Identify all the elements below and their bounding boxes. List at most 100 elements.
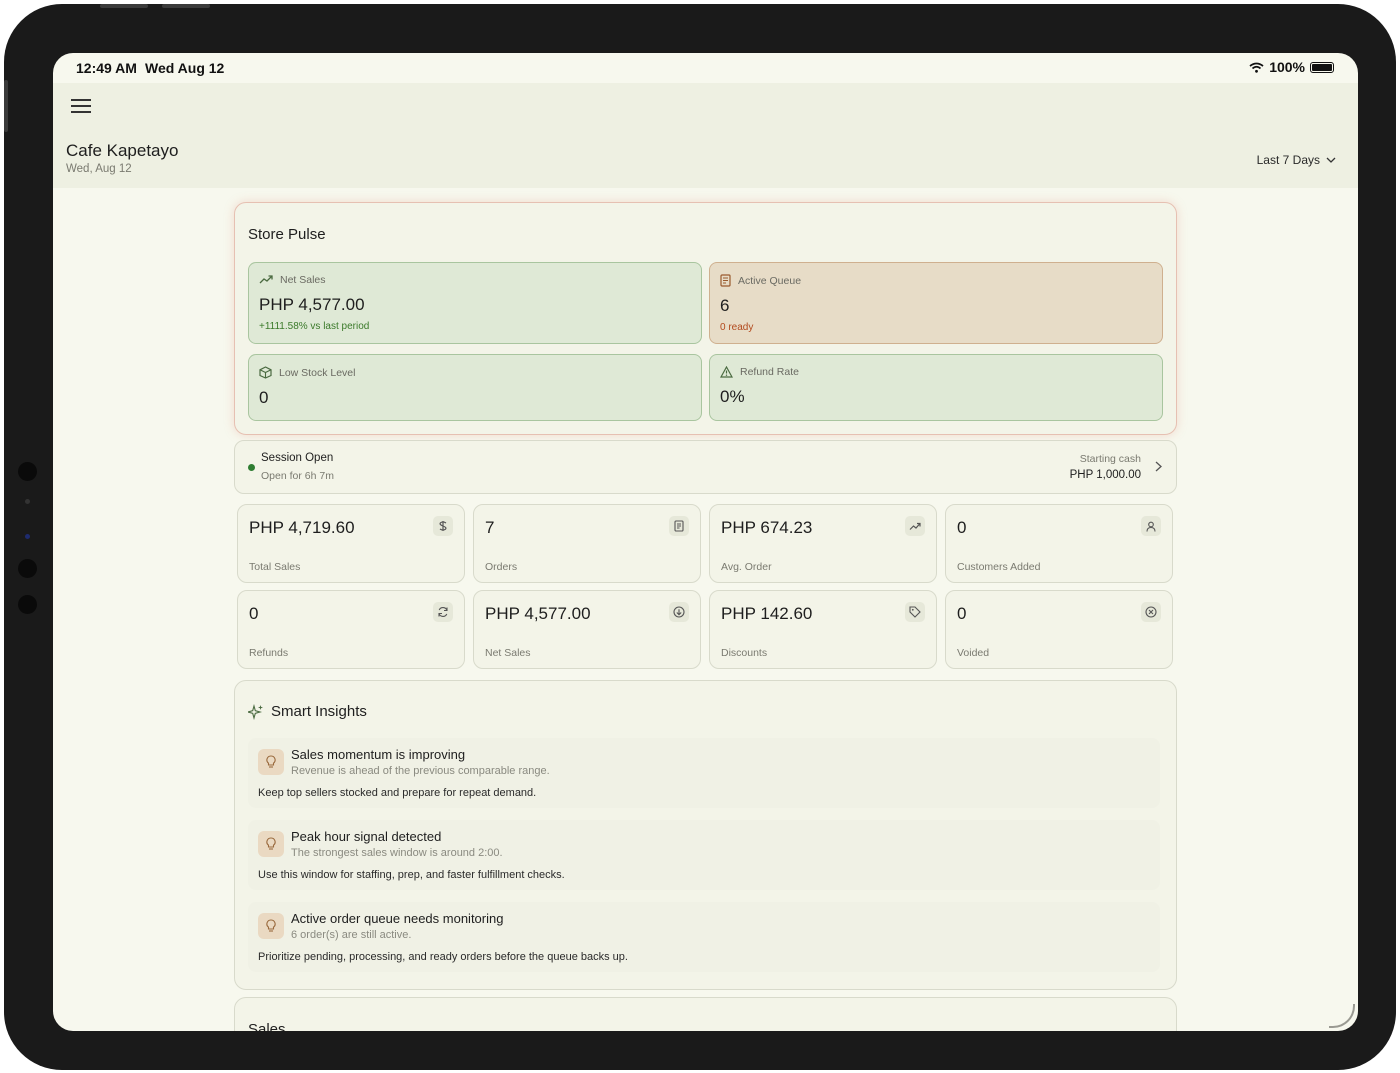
insight-body: Prioritize pending, processing, and read…	[258, 951, 628, 963]
camera-lens	[18, 462, 37, 481]
active-queue-tile[interactable]: Active Queue 6 0 ready	[709, 262, 1163, 344]
tile-sub: +1111.58% vs last period	[259, 321, 370, 332]
refund-rate-tile[interactable]: Refund Rate 0%	[709, 354, 1163, 421]
stat-avg-order[interactable]: PHP 674.23 Avg. Order	[709, 504, 937, 583]
battery-icon	[1310, 61, 1334, 73]
alert-triangle-icon	[720, 366, 733, 378]
stat-total-sales[interactable]: PHP 4,719.60 Total Sales	[237, 504, 465, 583]
tile-label: Active Queue	[738, 274, 802, 287]
store-pulse-card: Store Pulse Net Sales PHP 4,577.00 +1111…	[234, 202, 1177, 435]
tile-value: 0	[259, 388, 269, 407]
wifi-icon	[1249, 62, 1264, 73]
trending-up-icon	[905, 516, 925, 536]
tile-value: 0%	[720, 387, 745, 406]
chevron-down-icon	[1326, 157, 1336, 163]
insights-title: Smart Insights	[271, 703, 367, 720]
session-title: Session Open	[261, 452, 334, 464]
sales-card: Sales	[234, 997, 1177, 1031]
insight-body: Use this window for staffing, prep, and …	[258, 869, 565, 881]
insight-subtitle: The strongest sales window is around 2:0…	[291, 847, 503, 859]
volume-button	[162, 4, 210, 8]
stat-value: PHP 4,577.00	[485, 604, 591, 623]
insights-header: Smart Insights	[248, 703, 367, 720]
camera-lens	[18, 559, 37, 578]
insight-item[interactable]: Active order queue needs monitoring 6 or…	[248, 902, 1160, 972]
stat-discounts[interactable]: PHP 142.60 Discounts	[709, 590, 937, 669]
session-bar[interactable]: Session Open Open for 6h 7m Starting cas…	[234, 440, 1177, 494]
date-range-dropdown[interactable]: Last 7 Days	[1257, 153, 1336, 167]
volume-button	[100, 4, 148, 8]
stat-voided[interactable]: 0 Voided	[945, 590, 1173, 669]
app-header: Cafe Kapetayo Wed, Aug 12 Last 7 Days	[53, 83, 1358, 188]
battery-percent: 100%	[1269, 59, 1305, 75]
stat-customers-added[interactable]: 0 Customers Added	[945, 504, 1173, 583]
trending-up-icon	[259, 275, 273, 284]
insight-body: Keep top sellers stocked and prepare for…	[258, 787, 537, 799]
status-date: Wed Aug 12	[145, 60, 225, 76]
date-range-label: Last 7 Days	[1256, 153, 1320, 167]
camera-lens	[18, 595, 37, 614]
tile-label: Net Sales	[280, 274, 326, 286]
stat-net-sales[interactable]: PHP 4,577.00 Net Sales	[473, 590, 701, 669]
chevron-right-icon	[1155, 461, 1162, 472]
status-bar: 12:49 AM Wed Aug 12 100%	[53, 53, 1358, 83]
starting-cash-value: PHP 1,000.00	[1069, 469, 1141, 481]
receipt-icon	[720, 274, 731, 287]
stat-value: PHP 4,719.60	[249, 518, 355, 537]
insight-title: Active order queue needs monitoring	[291, 911, 504, 926]
stat-label: Avg. Order	[721, 561, 772, 573]
power-button	[4, 80, 8, 132]
stat-value: PHP 142.60	[721, 604, 813, 623]
stat-value: 0	[957, 604, 967, 623]
x-circle-icon	[1141, 602, 1161, 622]
smart-insights-card: Smart Insights Sales momentum is improvi…	[234, 680, 1177, 990]
session-status-dot	[248, 464, 255, 471]
insight-title: Sales momentum is improving	[291, 747, 466, 762]
lightbulb-icon	[258, 913, 284, 939]
stat-value: 0	[957, 518, 967, 537]
sparkles-icon	[248, 703, 263, 720]
stat-label: Discounts	[721, 647, 768, 659]
stat-refunds[interactable]: 0 Refunds	[237, 590, 465, 669]
insight-subtitle: Revenue is ahead of the previous compara…	[291, 765, 550, 777]
session-duration: Open for 6h 7m	[261, 470, 334, 482]
net-sales-tile[interactable]: Net Sales PHP 4,577.00 +1111.58% vs last…	[248, 262, 702, 344]
receipt-icon	[669, 516, 689, 536]
status-right: 100%	[1249, 59, 1334, 75]
tablet-frame: 12:49 AM Wed Aug 12 100% Cafe Kapetayo W…	[4, 4, 1396, 1070]
screen: 12:49 AM Wed Aug 12 100% Cafe Kapetayo W…	[53, 53, 1358, 1031]
stat-label: Total Sales	[249, 561, 301, 573]
tag-icon	[905, 602, 925, 622]
camera-flash	[25, 534, 30, 539]
stat-label: Customers Added	[957, 561, 1041, 573]
store-pulse-title: Store Pulse	[248, 226, 326, 243]
stat-value: 7	[485, 518, 495, 537]
menu-icon[interactable]	[71, 99, 91, 117]
dollar-icon	[433, 516, 453, 536]
store-date: Wed, Aug 12	[66, 163, 132, 175]
stat-label: Refunds	[249, 647, 289, 659]
box-icon	[259, 366, 272, 379]
tile-label: Refund Rate	[740, 366, 799, 378]
lightbulb-icon	[258, 831, 284, 857]
tile-label: Low Stock Level	[279, 366, 356, 379]
low-stock-tile[interactable]: Low Stock Level 0	[248, 354, 702, 421]
insight-subtitle: 6 order(s) are still active.	[291, 929, 412, 941]
starting-cash-label: Starting cash	[1079, 453, 1141, 465]
stat-label: Net Sales	[485, 647, 531, 659]
insight-item[interactable]: Peak hour signal detected The strongest …	[248, 820, 1160, 890]
tile-value: 6	[720, 296, 730, 315]
tile-sub: 0 ready	[720, 322, 754, 333]
status-time: 12:49 AM	[76, 60, 137, 76]
sales-title: Sales	[248, 1021, 286, 1031]
stat-value: 0	[249, 604, 259, 623]
camera-sensor	[25, 499, 30, 504]
store-name: Cafe Kapetayo	[66, 141, 179, 160]
screen-corner-indicator	[1329, 1004, 1355, 1028]
insight-item[interactable]: Sales momentum is improving Revenue is a…	[248, 738, 1160, 808]
lightbulb-icon	[258, 749, 284, 775]
refresh-icon	[433, 602, 453, 622]
stat-orders[interactable]: 7 Orders	[473, 504, 701, 583]
stat-label: Voided	[957, 647, 990, 659]
tile-value: PHP 4,577.00	[259, 295, 365, 314]
